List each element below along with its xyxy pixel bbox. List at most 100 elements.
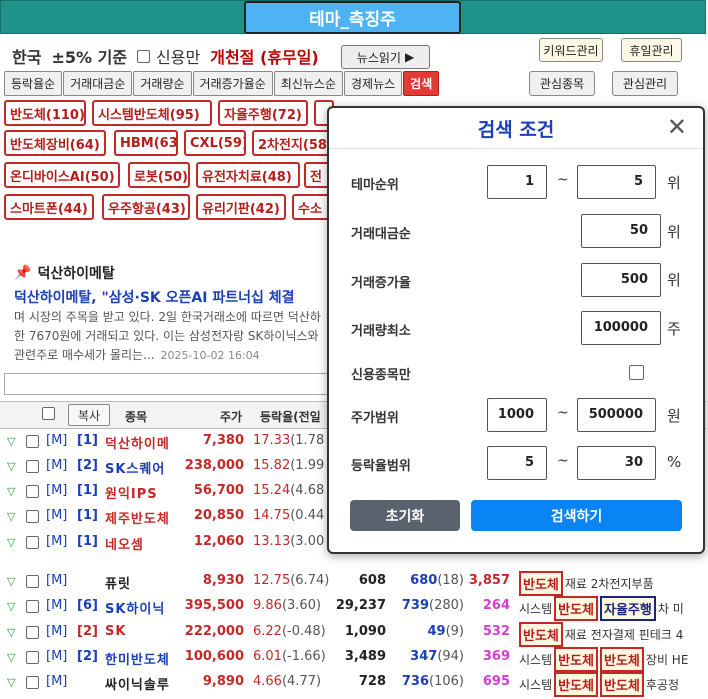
row-checkbox[interactable]: [26, 676, 39, 689]
search-condition-dialog: 검색 조건 ✕ 테마순위 1 ~ 5 위 거래대금순 50 위 거래증가율 50…: [327, 106, 705, 554]
stock-name[interactable]: 퓨릿: [105, 573, 131, 592]
tab-economy-news[interactable]: 경제뉴스: [344, 71, 403, 96]
expand-icon[interactable]: ▽: [7, 626, 15, 639]
row-checkbox[interactable]: [26, 435, 39, 448]
price-from-input[interactable]: 1000: [487, 398, 547, 432]
stock-name[interactable]: 제주반도체: [105, 508, 170, 527]
theme-tag[interactable]: 반도체: [554, 596, 599, 621]
row-checkbox[interactable]: [26, 536, 39, 549]
select-all-checkbox[interactable]: [42, 407, 55, 420]
tab-trade-amount[interactable]: 거래대금순: [63, 71, 133, 96]
theme-rank-to-input[interactable]: 5: [577, 165, 656, 199]
theme-chip[interactable]: 로봇(50): [128, 162, 190, 188]
expand-icon[interactable]: ▽: [7, 536, 15, 549]
theme-chip[interactable]: 2차전지(58: [252, 130, 334, 156]
table-row[interactable]: ▽ [M] [6] SK하이닉 395,500 9.86(3.60) 29,237 739(2…: [0, 594, 706, 621]
expand-icon[interactable]: ▽: [7, 485, 15, 498]
theme-tag[interactable]: 반도체: [519, 622, 563, 647]
expand-icon[interactable]: ▽: [7, 460, 15, 473]
stock-name[interactable]: SK스퀘어: [105, 458, 165, 477]
expand-icon[interactable]: ▽: [7, 575, 15, 588]
tab-search[interactable]: 검색: [403, 71, 440, 96]
stock-name[interactable]: SK하이닉: [105, 598, 165, 617]
tab-rate[interactable]: 등락율순: [4, 71, 63, 96]
expand-icon[interactable]: ▽: [7, 435, 15, 448]
stock-name[interactable]: 원익IPS: [105, 483, 158, 502]
table-row[interactable]: ▽ [M] [2] SK 222,000 6.22(-0.48) 1,090 49(9) 532…: [0, 620, 706, 647]
table-row[interactable]: ▽ [M] [2] 한미반도체 100,600 6.01(-1.66) 3,489 347(9…: [0, 645, 706, 672]
theme-tag[interactable]: 반도체: [600, 647, 644, 672]
stock-name[interactable]: 싸이닉솔루: [105, 674, 170, 693]
stock-name[interactable]: 덕산하이메: [105, 433, 170, 452]
stock-rate: 6.01(-1.66): [253, 649, 326, 664]
table-row[interactable]: ▽ [M] 싸이닉솔루 9,890 4.66(4.77) 728 736(106) 695 시스…: [0, 670, 706, 697]
stock-search-input[interactable]: [4, 373, 334, 395]
stock-name[interactable]: 네오셈: [105, 534, 144, 553]
rank-tag: [2]: [77, 649, 98, 664]
theme-chip[interactable]: 스마트폰(44): [4, 194, 94, 220]
theme-chip[interactable]: 우주항공(43): [102, 194, 190, 220]
news-read-button[interactable]: 뉴스읽기 ▶: [341, 45, 430, 69]
theme-chip[interactable]: CXL(59): [184, 130, 246, 156]
expand-icon[interactable]: ▽: [7, 651, 15, 664]
theme-chip[interactable]: 온디바이스AI(50): [4, 162, 120, 188]
theme-tag[interactable]: 반도체: [519, 571, 563, 596]
holiday-manage-button[interactable]: 휴일관리: [621, 38, 682, 62]
tab-volume[interactable]: 거래량순: [133, 71, 192, 96]
row-checkbox[interactable]: [26, 460, 39, 473]
theme-chip[interactable]: HBM(63): [114, 130, 178, 156]
table-row[interactable]: ▽ [M] 퓨릿 8,930 12.75(6.74) 608 680(18) 3,857 반도체…: [0, 569, 706, 596]
theme-chip[interactable]: 유전자치료(48): [196, 162, 300, 188]
stock-name[interactable]: SK: [105, 624, 126, 639]
stock-price: 9,890: [202, 674, 244, 689]
tab-volume-increase[interactable]: 거래증가율순: [192, 71, 273, 96]
credit-only-stock-checkbox[interactable]: [629, 365, 644, 380]
news-headline[interactable]: 덕산하이메탈, "삼성·SK 오픈AI 파트너십 체결: [14, 287, 294, 307]
range-separator: ~: [557, 453, 569, 469]
keyword-manage-button[interactable]: 키워드관리: [539, 38, 603, 62]
col-price: 주가: [220, 410, 243, 424]
copy-button[interactable]: 복사: [68, 404, 110, 426]
theme-tag[interactable]: 반도체: [600, 672, 644, 697]
stock-volume: 608: [358, 573, 386, 588]
row-checkbox[interactable]: [26, 485, 39, 498]
credit-only-toggle[interactable]: 신용만: [137, 44, 200, 68]
theme-chip[interactable]: 자율주행(72): [218, 100, 308, 126]
rank-tag: [1]: [77, 534, 98, 549]
expand-icon[interactable]: ▽: [7, 600, 15, 613]
theme-tag[interactable]: 자율주행: [600, 596, 656, 621]
min-volume-input[interactable]: 100000: [581, 311, 661, 345]
trade-amount-input[interactable]: 50: [581, 214, 661, 248]
volume-increase-input[interactable]: 500: [581, 263, 661, 297]
row-checkbox[interactable]: [26, 651, 39, 664]
stock-name[interactable]: 한미반도체: [105, 649, 170, 668]
watchlist-button[interactable]: 관심종목: [529, 71, 595, 96]
rate-from-input[interactable]: 5: [487, 446, 547, 480]
range-separator: ~: [557, 405, 569, 421]
price-to-input[interactable]: 500000: [577, 398, 656, 432]
rate-range-label: 등락율범위: [351, 459, 411, 474]
expand-icon[interactable]: ▽: [7, 676, 15, 689]
volume-increase-label: 거래증가율: [351, 276, 411, 291]
theme-chip[interactable]: 반도체장비(64): [4, 130, 106, 156]
row-checkbox[interactable]: [26, 510, 39, 523]
theme-tags: 반도체 재료 전자결제 핀테크 4: [519, 622, 683, 647]
credit-only-checkbox[interactable]: [137, 49, 151, 63]
reset-button[interactable]: 초기화: [350, 500, 460, 531]
theme-rank-from-input[interactable]: 1: [487, 165, 547, 199]
tab-latest-news[interactable]: 최신뉴스순: [273, 71, 343, 96]
theme-tag[interactable]: 반도체: [554, 672, 599, 697]
interest-manage-button[interactable]: 관심관리: [612, 71, 678, 96]
expand-icon[interactable]: ▽: [7, 510, 15, 523]
theme-chip[interactable]: 반도체(110): [4, 100, 86, 126]
rate-to-input[interactable]: 30: [577, 446, 656, 480]
search-submit-button[interactable]: 검색하기: [471, 500, 682, 531]
theme-tag[interactable]: 반도체: [554, 647, 599, 672]
stock-volume-ratio: 736(106): [401, 674, 464, 689]
close-icon[interactable]: ✕: [667, 113, 687, 141]
row-checkbox[interactable]: [26, 575, 39, 588]
row-checkbox[interactable]: [26, 626, 39, 639]
row-checkbox[interactable]: [26, 600, 39, 613]
theme-chip[interactable]: 유리기판(42): [196, 194, 286, 220]
theme-chip[interactable]: 시스템반도체(95): [92, 100, 212, 126]
